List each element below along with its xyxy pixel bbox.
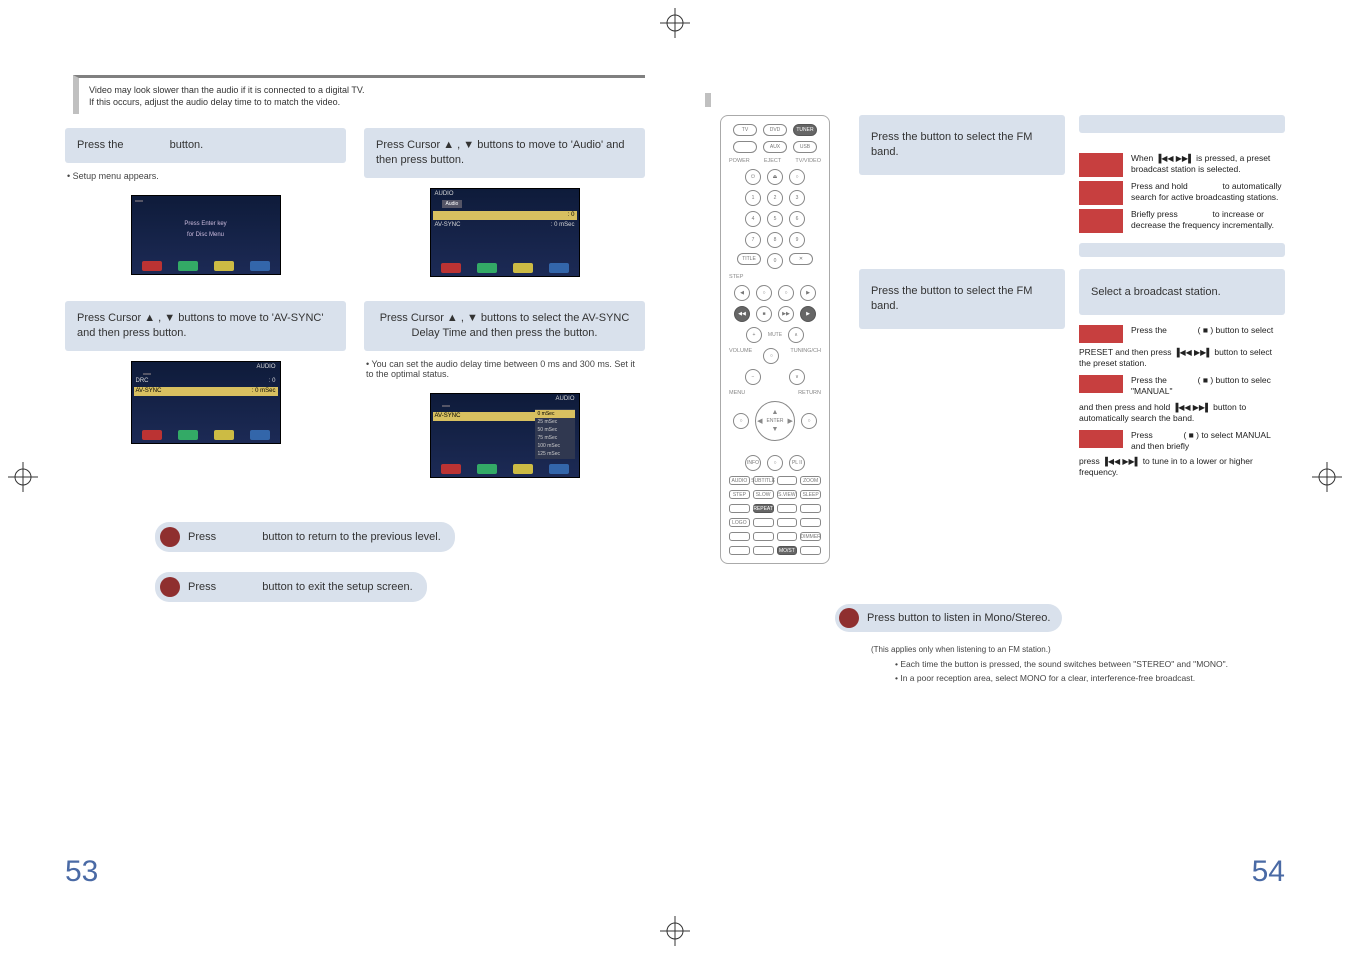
gray-bar-1 — [1079, 115, 1285, 133]
remote-tvvideo-icon: ○ — [789, 169, 805, 185]
page-left: Video may look slower than the audio if … — [45, 55, 665, 899]
step-1-text-post: button. — [170, 139, 204, 151]
remote-dvd: DVD — [763, 124, 787, 136]
red-swatch-auto — [1079, 181, 1123, 205]
intro-text: Video may look slower than the audio if … — [73, 75, 645, 114]
remote-prev-icon: ◀ — [734, 285, 750, 301]
crop-mark-top — [660, 8, 690, 38]
remote-skip-back-icon: ◀◀ — [734, 306, 750, 322]
r-step-1-text: Press the button to select the FM band. — [871, 130, 1053, 160]
step-4-note: You can set the audio delay time between… — [366, 359, 643, 379]
crop-mark-bottom — [660, 916, 690, 946]
red-swatch-sel-2 — [1079, 375, 1123, 393]
remote-aux: AUX — [763, 141, 787, 153]
remote-up-icon: ∧ — [788, 327, 804, 343]
step-1-note: Setup menu appears. — [67, 171, 344, 181]
step-4-text: Press Cursor ▲ , ▼ buttons to select the… — [376, 311, 633, 341]
mono-sub: (This applies only when listening to an … — [871, 645, 1285, 656]
r-step-2-text: Press the button to select the FM band. — [871, 284, 1053, 314]
red-swatch-sel-1 — [1079, 325, 1123, 343]
remote-control-diagram: TV DVD TUNER AUX USB POWER EJECT TV/VIDE… — [720, 115, 830, 564]
osd-screenshot-1: Press Enter key for Disc Menu — [131, 195, 281, 275]
step-2-header: Press Cursor ▲ , ▼ buttons to move to 'A… — [364, 128, 645, 178]
page-number-left: 53 — [65, 855, 98, 889]
remote-most-button: MO/ST — [777, 546, 798, 555]
red-swatch-preset — [1079, 153, 1123, 177]
remote-next-icon: ▶ — [800, 285, 816, 301]
step-1-text-pre: Press the — [77, 139, 127, 151]
page-right: TV DVD TUNER AUX USB POWER EJECT TV/VIDE… — [685, 55, 1305, 899]
crop-mark-left — [8, 462, 38, 492]
page-number-right: 54 — [1252, 855, 1285, 889]
exit-button-icon — [160, 577, 180, 597]
step-2-text: Press Cursor ▲ , ▼ buttons to move to 'A… — [376, 138, 633, 168]
remote-title: TITLE — [737, 253, 761, 265]
r-select-header: Select a broadcast station. — [1079, 269, 1285, 315]
pill-return-post: button to return to the previous level. — [262, 531, 441, 543]
pill-exit: Press button to exit the setup screen. — [155, 572, 427, 602]
gray-bar-2 — [1079, 243, 1285, 257]
stop-icon-1: ( — [1195, 325, 1203, 335]
section-marker — [705, 93, 1285, 107]
remote-tuner: TUNER — [793, 124, 817, 136]
remote-info: INFO — [745, 455, 761, 471]
osd-screenshot-3: AUDIO DRC: 0 AV-SYNC: 0 mSec — [131, 361, 281, 444]
remote-down-icon: ∨ — [789, 369, 805, 385]
step-1-header: Press the button. — [65, 128, 346, 163]
remote-tv: TV — [733, 124, 757, 136]
pill-return-pre: Press — [188, 531, 219, 543]
remote-pl2: PL II — [789, 455, 805, 471]
remote-cancel-icon: ✕ — [789, 253, 813, 265]
remote-usb: USB — [793, 141, 817, 153]
most-button-icon — [839, 608, 859, 628]
r-step-1-header: Press the button to select the FM band. — [859, 115, 1065, 175]
intro-line-2: If this occurs, adjust the audio delay t… — [89, 96, 635, 108]
remote-play-icon: ▶ — [800, 306, 816, 322]
preset-text-1a: When — [1131, 153, 1156, 163]
pill-return: Press button to return to the previous l… — [155, 522, 455, 552]
remote-blank1 — [733, 141, 757, 153]
skip-icon: ▐◀◀ ▶▶▌ — [1156, 154, 1194, 163]
step-4-header: Press Cursor ▲ , ▼ buttons to select the… — [364, 301, 645, 351]
remote-stop-icon: ■ — [756, 306, 772, 322]
crop-mark-right — [1312, 462, 1342, 492]
manual-text-a: Briefly press — [1131, 209, 1180, 219]
red-swatch-manual — [1079, 209, 1123, 233]
mono-b1: • Each time the button is pressed, the s… — [895, 659, 1285, 670]
pill-exit-post: button to exit the setup screen. — [262, 581, 412, 593]
osd-screenshot-2: AUDIO Audio : 0 AV-SYNC: 0 mSec — [430, 188, 580, 277]
auto-text-a: Press and hold — [1131, 181, 1190, 191]
return-button-icon — [160, 527, 180, 547]
red-swatch-sel-3 — [1079, 430, 1123, 448]
r-select-text: Select a broadcast station. — [1091, 285, 1221, 300]
step-3-text: Press Cursor ▲ , ▼ buttons to move to 'A… — [77, 311, 334, 341]
osd-screenshot-4: AUDIO AV-SYNC 0 mSec 25 mSec 50 mSec 75 — [430, 393, 580, 478]
intro-line-1: Video may look slower than the audio if … — [89, 84, 635, 96]
mono-head: Press button to listen in Mono/Stereo. — [867, 612, 1050, 624]
mono-b2: • In a poor reception area, select MONO … — [895, 673, 1285, 684]
remote-skip-fwd-icon: ▶▶ — [778, 306, 794, 322]
step-3-header: Press Cursor ▲ , ▼ buttons to move to 'A… — [65, 301, 346, 351]
r-step-2-header: Press the button to select the FM band. — [859, 269, 1065, 329]
remote-power-icon: ⏻ — [745, 169, 761, 185]
pill-mono: Press button to listen in Mono/Stereo. — [835, 604, 1062, 632]
remote-eject-icon: ⏏ — [767, 169, 783, 185]
pill-exit-pre: Press — [188, 581, 219, 593]
remote-enter-button: ▲ ◀ENTER▶ ▼ — [755, 401, 795, 441]
